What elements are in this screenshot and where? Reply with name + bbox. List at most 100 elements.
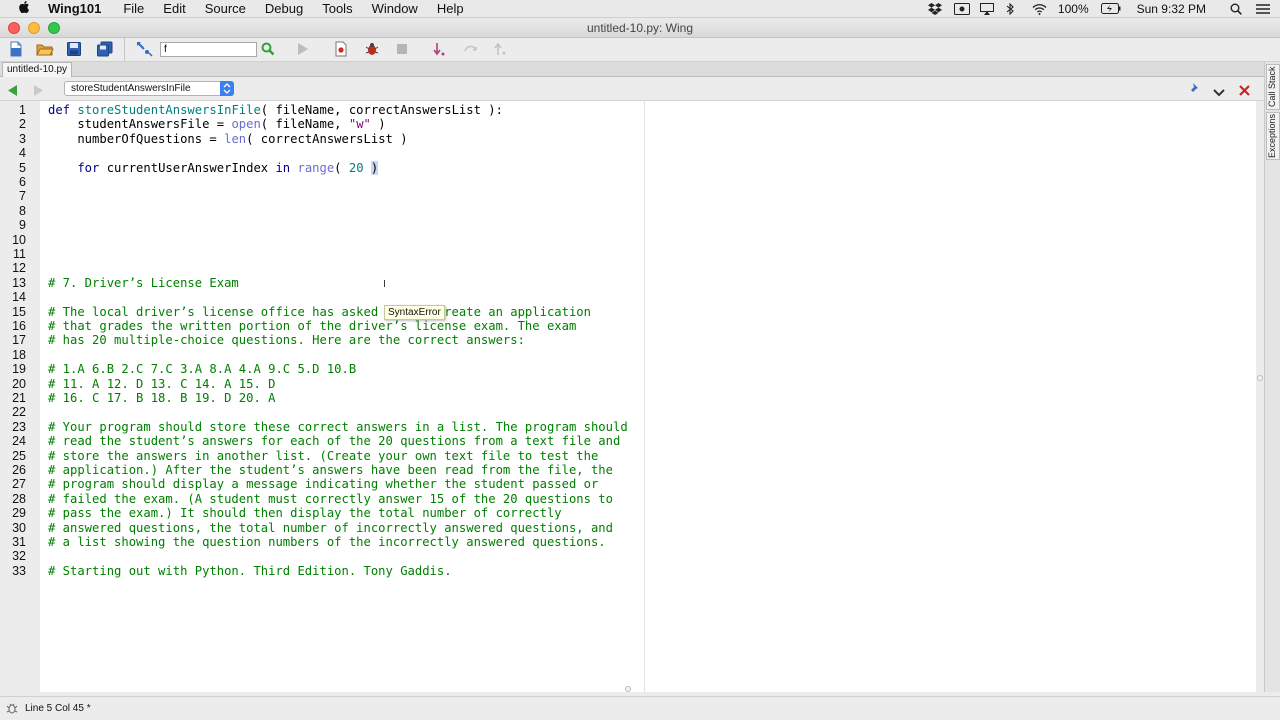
scope-dropdown-label: storeStudentAnswersInFile: [71, 83, 191, 94]
scope-dropdown[interactable]: storeStudentAnswersInFile: [64, 81, 234, 96]
splitter-handle[interactable]: [1257, 375, 1263, 381]
code-line[interactable]: 6: [0, 175, 640, 189]
spotlight-search-icon[interactable]: [1230, 3, 1244, 15]
code-token: "w": [348, 117, 371, 132]
save-icon[interactable]: [66, 41, 82, 57]
wifi-icon[interactable]: [1032, 3, 1047, 15]
line-number: 11: [13, 247, 26, 261]
code-line[interactable]: 18: [0, 348, 640, 362]
code-line[interactable]: 3 numberOfQuestions = len( correctAnswer…: [0, 132, 640, 146]
code-line[interactable]: 32: [0, 549, 640, 563]
code-token: # 1.A 6.B 2.C 7.C 3.A 8.A 4.A 9.C 5.D 10…: [48, 362, 357, 377]
code-token: # pass the exam.) It should then display…: [48, 506, 562, 521]
code-line[interactable]: 9: [0, 218, 640, 232]
menu-source[interactable]: Source: [205, 1, 246, 16]
dropbox-icon[interactable]: [927, 3, 942, 15]
new-file-icon[interactable]: [8, 41, 24, 57]
code-line[interactable]: 4: [0, 146, 640, 160]
notification-center-icon[interactable]: [1256, 3, 1270, 15]
menu-debug[interactable]: Debug: [265, 1, 303, 16]
apple-icon[interactable]: [18, 0, 34, 17]
code-line[interactable]: 33 # Starting out with Python. Third Edit…: [0, 564, 640, 578]
search-input[interactable]: [160, 42, 257, 57]
code-line[interactable]: 20 # 11. A 12. D 13. C 14. A 15. D: [0, 377, 640, 391]
chevron-down-icon[interactable]: [1213, 84, 1225, 102]
find-selection-icon[interactable]: [136, 41, 153, 57]
search-go-icon[interactable]: [260, 41, 276, 57]
code-line[interactable]: 8: [0, 204, 640, 218]
code-line[interactable]: 22: [0, 405, 640, 419]
menu-file[interactable]: File: [123, 1, 144, 16]
tab-exceptions[interactable]: Exceptions: [1266, 112, 1280, 160]
line-number: 4: [19, 146, 26, 161]
code-line[interactable]: 31 # a list showing the question numbers …: [0, 535, 640, 549]
screen-recording-icon[interactable]: [953, 3, 970, 15]
line-code: studentAnswersFile = open( fileName, "w"…: [48, 117, 385, 132]
code-token: def: [48, 103, 78, 117]
menu-app-name[interactable]: Wing101: [48, 1, 101, 16]
code-line[interactable]: 10: [0, 233, 640, 247]
menu-window[interactable]: Window: [372, 1, 418, 16]
run-icon[interactable]: [294, 41, 310, 57]
line-number: 5: [19, 160, 26, 175]
bottom-splitter-handle[interactable]: [625, 686, 631, 692]
open-folder-icon[interactable]: [36, 41, 54, 57]
menu-tools[interactable]: Tools: [322, 1, 352, 16]
code-editor[interactable]: 1 def storeStudentAnswersInFile( fileName…: [0, 101, 1263, 692]
step-over-icon[interactable]: [463, 41, 479, 57]
line-code: # read the student’s answers for each of…: [48, 434, 620, 448]
battery-icon[interactable]: [1100, 3, 1121, 15]
line-number: 25: [12, 448, 26, 463]
line-code: # 11. A 12. D 13. C 14. A 15. D: [48, 377, 275, 391]
save-all-icon[interactable]: [96, 41, 113, 57]
code-token: (: [334, 160, 349, 175]
code-token: ): [370, 160, 379, 175]
menubar-clock[interactable]: Sun 9:32 PM: [1137, 2, 1206, 16]
code-line[interactable]: 25 # store the answers in another list. (…: [0, 449, 640, 463]
menu-edit[interactable]: Edit: [163, 1, 185, 16]
code-line[interactable]: 21 # 16. C 17. B 18. B 19. D 20. A: [0, 391, 640, 405]
code-line[interactable]: 14: [0, 290, 640, 304]
debug-file-icon[interactable]: [333, 41, 349, 57]
code-line[interactable]: 24 # read the student’s answers for each …: [0, 434, 640, 448]
code-token: # program should display a message indic…: [48, 477, 599, 492]
line-code: # store the answers in another list. (Cr…: [48, 449, 598, 463]
code-line[interactable]: 19 # 1.A 6.B 2.C 7.C 3.A 8.A 4.A 9.C 5.D …: [0, 362, 640, 376]
close-editor-icon[interactable]: [1239, 83, 1250, 101]
code-line[interactable]: 29 # pass the exam.) It should then displ…: [0, 506, 640, 520]
code-line[interactable]: 15 # The local driver’s license office ha…: [0, 305, 640, 319]
code-line[interactable]: 16 # that grades the written portion of t…: [0, 319, 640, 333]
tab-call-stack[interactable]: Call Stack: [1266, 64, 1280, 110]
forward-arrow-icon[interactable]: [33, 83, 43, 101]
code-line[interactable]: 23 # Your program should store these corr…: [0, 420, 640, 434]
menu-help[interactable]: Help: [437, 1, 464, 16]
code-line[interactable]: 12: [0, 261, 640, 275]
bluetooth-icon[interactable]: [1006, 2, 1020, 16]
debug-status-bug-icon[interactable]: [6, 702, 18, 717]
code-line[interactable]: 1 def storeStudentAnswersInFile( fileName…: [0, 103, 640, 117]
code-line[interactable]: 11: [0, 247, 640, 261]
tab-untitled-10[interactable]: untitled-10.py: [2, 62, 73, 77]
code-line[interactable]: 5 for currentUserAnswerIndex in range( 2…: [0, 160, 640, 175]
code-line[interactable]: 27 # program should display a message ind…: [0, 477, 640, 491]
code-line[interactable]: 28 # failed the exam. (A student must cor…: [0, 492, 640, 506]
code-line[interactable]: 17 # has 20 multiple-choice questions. He…: [0, 333, 640, 347]
chevron-updown-icon: [220, 81, 234, 96]
pin-icon[interactable]: [1187, 82, 1199, 100]
main-toolbar: [0, 38, 1280, 62]
code-line[interactable]: 26 # application.) After the student’s an…: [0, 463, 640, 477]
code-line[interactable]: 7: [0, 189, 640, 203]
code-token: 20: [348, 160, 364, 175]
syntax-error-tooltip: SyntaxError: [384, 305, 445, 320]
code-line[interactable]: 13 # 7. Driver’s License Exam: [0, 276, 640, 290]
step-out-icon[interactable]: [493, 41, 509, 57]
line-number: 13: [12, 275, 26, 290]
code-line[interactable]: 30 # answered questions, the total number…: [0, 521, 640, 535]
code-line[interactable]: 2 studentAnswersFile = open( fileName, "…: [0, 117, 640, 131]
step-into-icon[interactable]: [432, 41, 448, 57]
back-arrow-icon[interactable]: [8, 83, 18, 101]
debug-bug-icon[interactable]: [364, 41, 380, 57]
airplay-icon[interactable]: [979, 3, 994, 15]
stop-icon[interactable]: [394, 41, 410, 57]
